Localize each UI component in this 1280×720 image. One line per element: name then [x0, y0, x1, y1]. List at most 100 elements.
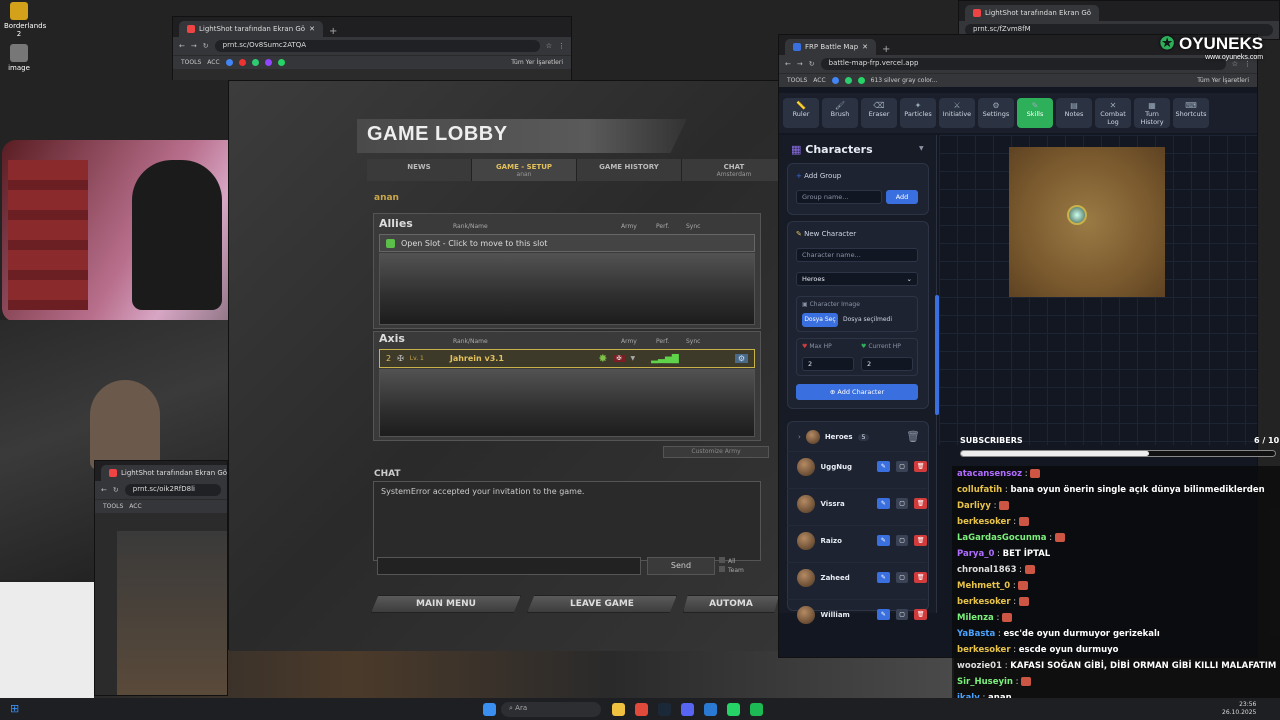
new-tab-icon[interactable]: + — [329, 26, 337, 37]
bookmark-tools[interactable]: TOOLS — [181, 59, 201, 66]
google-icon[interactable] — [831, 77, 839, 84]
add-group-button[interactable]: Add — [886, 190, 918, 204]
whatsapp-icon[interactable] — [727, 703, 740, 716]
whatsapp-icon[interactable] — [277, 59, 285, 66]
army-icon[interactable]: ✸ — [598, 352, 607, 365]
collapse-icon[interactable]: ▼ — [919, 145, 924, 152]
star-icon[interactable]: ☆ — [546, 42, 552, 50]
tool-turn-history-button[interactable]: ▦ Turn History — [1134, 98, 1170, 128]
group-name-input[interactable]: Group name... — [796, 190, 882, 204]
browser-right-back-tab[interactable]: LightShot tarafından Ekran Gö — [965, 5, 1100, 21]
chat-scope-all[interactable]: All — [719, 557, 744, 566]
chat-username[interactable]: atacansensoz — [957, 469, 1022, 479]
desktop-icon-borderlands[interactable]: Borderlands 2 — [4, 2, 46, 38]
player-options-icon[interactable]: ⚙ — [734, 354, 748, 363]
chat-username[interactable]: Mehmett_0 — [957, 581, 1010, 591]
windows-icon[interactable] — [483, 703, 496, 716]
delete-icon[interactable]: 🗑 — [914, 461, 927, 472]
bookmark-all[interactable]: Tüm Yer İşaretleri — [511, 59, 563, 66]
chat-username[interactable]: collufatih — [957, 485, 1002, 495]
hero-row[interactable]: Zaheed ✎ ▢ 🗑 — [787, 562, 927, 592]
back-icon[interactable]: ← — [785, 60, 791, 68]
twitch-icon[interactable] — [264, 59, 272, 66]
tool-combat-log-button[interactable]: ✕ Combat Log — [1095, 98, 1131, 128]
bookmark-acc[interactable]: ACC — [813, 77, 825, 84]
group-select[interactable]: Heroes ⌄ — [796, 272, 918, 286]
tab-game-setup[interactable]: GAME - SETUP anan — [472, 159, 577, 181]
tool-initiative-button[interactable]: ⚔ Initiative — [939, 98, 975, 128]
automatch-button[interactable]: AUTOMA — [683, 595, 779, 613]
steam-icon[interactable] — [658, 703, 671, 716]
customize-army-button[interactable]: Customize Army — [663, 446, 769, 458]
taskbar-clock[interactable]: 23:56 26.10.2025 — [1222, 701, 1256, 717]
delete-group-icon[interactable]: 🗑 — [906, 430, 920, 443]
battle-map-tab[interactable]: FRP Battle Map ✕ — [785, 39, 877, 55]
chat-input[interactable] — [377, 557, 641, 575]
edit-icon[interactable]: ✎ — [877, 498, 890, 509]
leave-game-button[interactable]: LEAVE GAME — [527, 595, 677, 613]
tool-settings-button[interactable]: ⚙ Settings — [978, 98, 1014, 128]
max-hp-input[interactable]: 2 — [802, 357, 854, 371]
chat-scope-team[interactable]: Team — [719, 566, 744, 575]
copy-icon[interactable]: ▢ — [895, 572, 909, 583]
choose-file-button[interactable]: Dosya Seç — [802, 313, 838, 327]
chat-username[interactable]: Sir_Huseyin — [957, 677, 1013, 687]
faction-flag-icon[interactable]: ✠ — [613, 355, 625, 362]
reload-icon[interactable]: ↻ — [203, 42, 209, 50]
character-name-input[interactable]: Character name... — [796, 248, 918, 262]
axis-player-slot[interactable]: 2 ✠ Lv. 1 Jahrein v3.1 ✸ ✠ ▼ ▂▃▅▇ ⚙ — [379, 349, 755, 368]
google-icon[interactable] — [225, 59, 233, 66]
chat-username[interactable]: berkesoker — [957, 645, 1011, 655]
delete-icon[interactable]: 🗑 — [914, 498, 927, 509]
tool-brush-button[interactable]: 🖌 Brush — [822, 98, 858, 128]
copy-icon[interactable]: ▢ — [895, 535, 909, 546]
whatsapp-icon[interactable] — [857, 77, 865, 84]
forward-icon[interactable]: → — [797, 60, 803, 68]
star-icon[interactable]: ☆ — [1232, 60, 1238, 68]
tool-ruler-button[interactable]: 📏 Ruler — [783, 98, 819, 128]
bookmark-extra[interactable]: 613 silver gray color... — [871, 77, 938, 84]
hero-row[interactable]: Raizo ✎ ▢ 🗑 — [787, 525, 927, 555]
tool-eraser-button[interactable]: ⌫ Eraser — [861, 98, 897, 128]
browser-small-url[interactable]: prnt.sc/oik2RfD8li — [124, 484, 221, 496]
desktop-icon-image[interactable]: image — [4, 44, 34, 72]
bookmark-tools[interactable]: TOOLS — [103, 503, 123, 510]
hero-row[interactable]: William ✎ ▢ 🗑 — [787, 599, 927, 629]
edit-icon[interactable]: ✎ — [877, 609, 890, 620]
chat-username[interactable]: Parya_0 — [957, 549, 994, 559]
file-explorer-icon[interactable] — [612, 703, 625, 716]
chat-username[interactable]: YaBasta — [957, 629, 995, 639]
browser-left-url[interactable]: prnt.sc/Ov8Sumc2ATQA — [214, 40, 540, 52]
windows-start-icon[interactable]: ⊞ — [10, 702, 19, 715]
tool-particles-button[interactable]: ✦ Particles — [900, 98, 936, 128]
delete-icon[interactable]: 🗑 — [914, 535, 927, 546]
browser-left-tab[interactable]: LightShot tarafından Ekran Gö ✕ — [179, 21, 323, 37]
close-tab-icon[interactable]: ✕ — [862, 43, 868, 51]
heroes-group-header[interactable]: › Heroes 5 — [798, 430, 870, 444]
bookmark-acc[interactable]: ACC — [129, 503, 141, 510]
delete-icon[interactable]: 🗑 — [914, 572, 927, 583]
app-icon[interactable] — [704, 703, 717, 716]
chat-username[interactable]: chronal1863 — [957, 565, 1016, 575]
copy-icon[interactable]: ▢ — [895, 461, 909, 472]
taskbar-search[interactable]: ⌕ Ara — [501, 702, 601, 717]
hero-row[interactable]: Vissra ✎ ▢ 🗑 — [787, 488, 927, 518]
tool-shortcuts-button[interactable]: ⌨ Shortcuts — [1173, 98, 1209, 128]
copy-icon[interactable]: ▢ — [895, 498, 909, 509]
edit-icon[interactable]: ✎ — [877, 461, 890, 472]
menu-icon[interactable]: ⋮ — [1244, 60, 1251, 68]
current-hp-input[interactable]: 2 — [861, 357, 913, 371]
reload-icon[interactable]: ↻ — [113, 486, 119, 494]
delete-icon[interactable]: 🗑 — [914, 609, 927, 620]
map-tile-arena[interactable] — [1009, 147, 1165, 297]
open-slot-button[interactable]: Open Slot - Click to move to this slot — [379, 234, 755, 252]
forward-icon[interactable]: → — [191, 42, 197, 50]
discord-icon[interactable] — [681, 703, 694, 716]
back-icon[interactable]: ← — [101, 486, 107, 494]
chat-username[interactable]: Milenza — [957, 613, 994, 623]
back-icon[interactable]: ← — [179, 42, 185, 50]
spotify-icon[interactable] — [750, 703, 763, 716]
chrome-icon[interactable] — [635, 703, 648, 716]
dropdown-icon[interactable]: ▼ — [631, 355, 636, 362]
tab-news[interactable]: NEWS — [367, 159, 472, 181]
